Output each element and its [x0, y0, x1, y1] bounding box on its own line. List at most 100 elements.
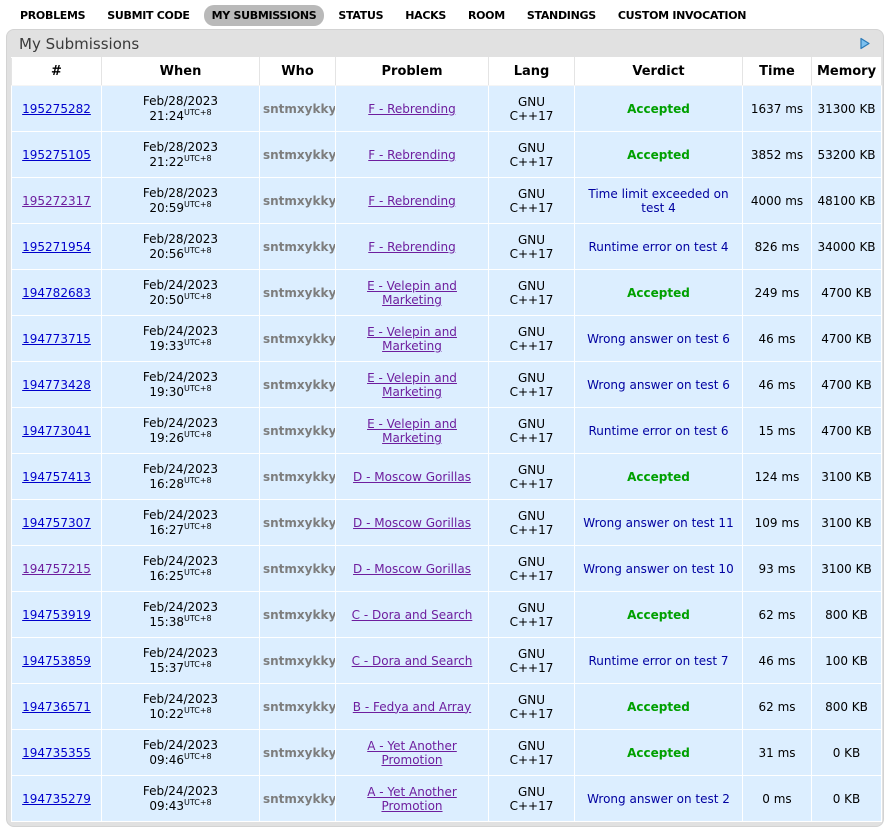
- problem-link[interactable]: C - Dora and Search: [352, 654, 473, 668]
- submission-id-cell: 195275282: [12, 86, 102, 132]
- submission-id-link[interactable]: 194736571: [22, 700, 91, 714]
- submission-time: 19:33UTC+8: [105, 338, 256, 353]
- submissions-table: # When Who Problem Lang Verdict Time Mem…: [11, 57, 882, 822]
- who-cell: sntmxykky: [260, 86, 336, 132]
- verdict-label: Accepted: [627, 102, 690, 116]
- problem-link[interactable]: B - Fedya and Array: [353, 700, 471, 714]
- time-cell: 46 ms: [743, 316, 812, 362]
- nav-item-custom-invocation[interactable]: CUSTOM INVOCATION: [610, 5, 754, 26]
- verdict-cell: Wrong answer on test 11: [575, 500, 743, 546]
- problem-link[interactable]: A - Yet Another Promotion: [367, 739, 457, 767]
- nav-item-standings[interactable]: STANDINGS: [519, 5, 604, 26]
- memory-cell: 4700 KB: [812, 316, 882, 362]
- table-row: 194736571 Feb/24/2023 10:22UTC+8 sntmxyk…: [12, 684, 882, 730]
- verdict-label: Accepted: [627, 286, 690, 300]
- lang-cell: GNU C++17: [489, 500, 575, 546]
- submission-time: 09:43UTC+8: [105, 798, 256, 813]
- right-arrow-icon[interactable]: [858, 37, 871, 50]
- verdict-cell: Accepted: [575, 730, 743, 776]
- who-cell: sntmxykky: [260, 592, 336, 638]
- who-cell: sntmxykky: [260, 638, 336, 684]
- problem-cell: A - Yet Another Promotion: [336, 730, 489, 776]
- memory-cell: 0 KB: [812, 730, 882, 776]
- submitter-handle: sntmxykky: [263, 424, 336, 438]
- submission-id-link[interactable]: 194773041: [22, 424, 91, 438]
- submission-time: 16:25UTC+8: [105, 568, 256, 583]
- memory-label: 800 KB: [825, 700, 868, 714]
- submission-id-cell: 194753859: [12, 638, 102, 684]
- submission-id-link[interactable]: 194753919: [22, 608, 91, 622]
- submission-date: Feb/28/2023: [105, 232, 256, 246]
- time-cell: 46 ms: [743, 638, 812, 684]
- problem-cell: F - Rebrending: [336, 86, 489, 132]
- problem-link[interactable]: F - Rebrending: [368, 102, 456, 116]
- submission-id-link[interactable]: 194735355: [22, 746, 91, 760]
- verdict-label: Wrong answer on test 6: [587, 332, 730, 346]
- language-label: GNU C++17: [508, 509, 556, 537]
- nav-item-room[interactable]: ROOM: [460, 5, 513, 26]
- memory-label: 0 KB: [833, 746, 861, 760]
- language-label: GNU C++17: [508, 141, 556, 169]
- problem-link[interactable]: F - Rebrending: [368, 240, 456, 254]
- nav-item-hacks[interactable]: HACKS: [397, 5, 454, 26]
- submission-id-link[interactable]: 195272317: [22, 194, 91, 208]
- submission-id-link[interactable]: 194773715: [22, 332, 91, 346]
- when-cell: Feb/28/2023 20:56UTC+8: [102, 224, 260, 270]
- submission-id-cell: 194757413: [12, 454, 102, 500]
- time-cell: 1637 ms: [743, 86, 812, 132]
- submission-time: 16:28UTC+8: [105, 476, 256, 491]
- verdict-cell: Wrong answer on test 10: [575, 546, 743, 592]
- submission-id-link[interactable]: 194782683: [22, 286, 91, 300]
- problem-link[interactable]: F - Rebrending: [368, 148, 456, 162]
- memory-label: 4700 KB: [821, 424, 871, 438]
- nav-item-problems[interactable]: PROBLEMS: [12, 5, 93, 26]
- problem-cell: D - Moscow Gorillas: [336, 454, 489, 500]
- submitter-handle: sntmxykky: [263, 654, 336, 668]
- problem-link[interactable]: F - Rebrending: [368, 194, 456, 208]
- language-label: GNU C++17: [508, 279, 556, 307]
- verdict-cell: Accepted: [575, 454, 743, 500]
- submitter-handle: sntmxykky: [263, 516, 336, 530]
- submission-date: Feb/24/2023: [105, 646, 256, 660]
- problem-link[interactable]: E - Velepin and Marketing: [367, 371, 457, 399]
- memory-label: 53200 KB: [817, 148, 875, 162]
- table-row: 194757413 Feb/24/2023 16:28UTC+8 sntmxyk…: [12, 454, 882, 500]
- col-header-who: Who: [260, 58, 336, 86]
- problem-link[interactable]: D - Moscow Gorillas: [353, 470, 471, 484]
- submission-time: 21:24UTC+8: [105, 108, 256, 123]
- lang-cell: GNU C++17: [489, 546, 575, 592]
- table-row: 194757215 Feb/24/2023 16:25UTC+8 sntmxyk…: [12, 546, 882, 592]
- submission-id-link[interactable]: 194753859: [22, 654, 91, 668]
- time-cell: 124 ms: [743, 454, 812, 500]
- problem-link[interactable]: A - Yet Another Promotion: [367, 785, 457, 813]
- submitter-handle: sntmxykky: [263, 562, 336, 576]
- verdict-cell: Runtime error on test 7: [575, 638, 743, 684]
- submission-date: Feb/24/2023: [105, 692, 256, 706]
- submission-id-link[interactable]: 195271954: [22, 240, 91, 254]
- table-row: 194757307 Feb/24/2023 16:27UTC+8 sntmxyk…: [12, 500, 882, 546]
- problem-link[interactable]: D - Moscow Gorillas: [353, 516, 471, 530]
- who-cell: sntmxykky: [260, 684, 336, 730]
- when-cell: Feb/24/2023 19:30UTC+8: [102, 362, 260, 408]
- submission-id-link[interactable]: 194735279: [22, 792, 91, 806]
- submission-id-link[interactable]: 195275282: [22, 102, 91, 116]
- memory-cell: 3100 KB: [812, 500, 882, 546]
- memory-label: 100 KB: [825, 654, 868, 668]
- nav-item-status[interactable]: STATUS: [330, 5, 391, 26]
- nav-item-submit-code[interactable]: SUBMIT CODE: [99, 5, 197, 26]
- nav-item-my-submissions[interactable]: MY SUBMISSIONS: [204, 5, 325, 26]
- memory-label: 4700 KB: [821, 286, 871, 300]
- problem-link[interactable]: C - Dora and Search: [352, 608, 473, 622]
- problem-link[interactable]: E - Velepin and Marketing: [367, 279, 457, 307]
- lang-cell: GNU C++17: [489, 362, 575, 408]
- problem-link[interactable]: E - Velepin and Marketing: [367, 417, 457, 445]
- submission-id-link[interactable]: 194757215: [22, 562, 91, 576]
- when-cell: Feb/24/2023 19:26UTC+8: [102, 408, 260, 454]
- submission-id-link[interactable]: 194757413: [22, 470, 91, 484]
- problem-link[interactable]: E - Velepin and Marketing: [367, 325, 457, 353]
- submission-id-link[interactable]: 194773428: [22, 378, 91, 392]
- submission-id-link[interactable]: 194757307: [22, 516, 91, 530]
- problem-link[interactable]: D - Moscow Gorillas: [353, 562, 471, 576]
- submission-id-link[interactable]: 195275105: [22, 148, 91, 162]
- exec-time-label: 46 ms: [758, 332, 795, 346]
